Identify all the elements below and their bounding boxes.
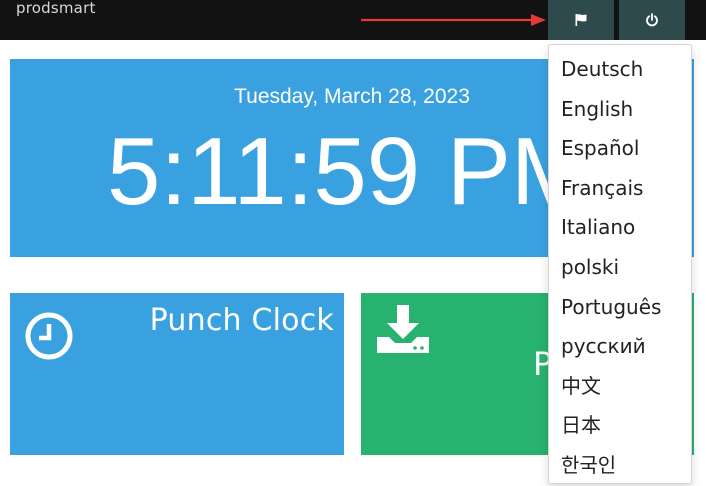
language-option-portugues[interactable]: Português (549, 288, 691, 328)
flag-icon (575, 14, 587, 26)
language-option-english[interactable]: English (549, 90, 691, 130)
language-button[interactable] (548, 0, 614, 40)
annotation-arrow (361, 14, 546, 26)
language-option-polski[interactable]: polski (549, 248, 691, 288)
language-option-chinese[interactable]: 中文 (549, 367, 691, 407)
language-option-korean[interactable]: 한국인 (549, 446, 691, 486)
top-navbar: prodsmart (0, 0, 706, 40)
language-option-japanese[interactable]: 日本 (549, 406, 691, 446)
clock-icon (25, 312, 73, 360)
logout-button[interactable] (619, 0, 685, 40)
brand-logo[interactable]: prodsmart (16, 0, 96, 17)
language-option-espanol[interactable]: Español (549, 129, 691, 169)
language-option-deutsch[interactable]: Deutsch (549, 50, 691, 90)
language-dropdown: Deutsch English Español Français Italian… (548, 44, 692, 484)
download-icon (377, 305, 429, 353)
language-option-italiano[interactable]: Italiano (549, 208, 691, 248)
language-option-francais[interactable]: Français (549, 169, 691, 209)
current-time: 5:11:59 PM (107, 118, 591, 225)
language-option-russian[interactable]: русский (549, 327, 691, 367)
power-icon (646, 13, 658, 27)
punch-clock-label: Punch Clock (149, 303, 334, 338)
punch-clock-tile[interactable]: Punch Clock (10, 293, 344, 455)
